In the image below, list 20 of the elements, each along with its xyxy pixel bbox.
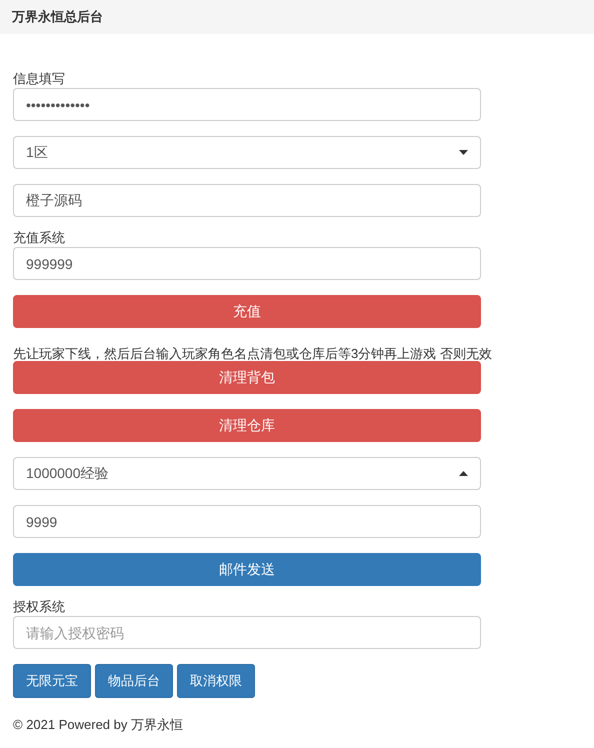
action-button[interactable]: 清理仓库	[13, 409, 481, 442]
footer-text: © 2021 Powered by 万界永恒	[13, 717, 183, 732]
action-button[interactable]: 无限元宝	[13, 664, 91, 698]
section-label: 充值系统	[13, 229, 65, 247]
input-field[interactable]: •••••••••••••	[13, 88, 481, 121]
input-field[interactable]: 请输入授权密码	[13, 616, 481, 649]
action-button[interactable]: 充值	[13, 295, 481, 328]
input-field[interactable]: 9999	[13, 505, 481, 538]
input-field[interactable]: 999999	[13, 247, 481, 280]
action-button[interactable]: 邮件发送	[13, 553, 481, 586]
action-button[interactable]: 物品后台	[95, 664, 173, 698]
section-label: 授权系统	[13, 598, 65, 616]
header-title: 万界永恒总后台	[12, 8, 103, 26]
select-field[interactable]: 1000000经验	[13, 457, 481, 490]
action-button[interactable]: 取消权限	[177, 664, 255, 698]
select-field[interactable]: 1区	[13, 136, 481, 169]
input-field[interactable]: 橙子源码	[13, 184, 481, 217]
section-label: 信息填写	[13, 70, 65, 88]
instruction-text: 先让玩家下线，然后后台输入玩家角色名点清包或仓库后等3分钟再上游戏 否则无效	[13, 349, 492, 359]
action-button[interactable]: 清理背包	[13, 361, 481, 394]
